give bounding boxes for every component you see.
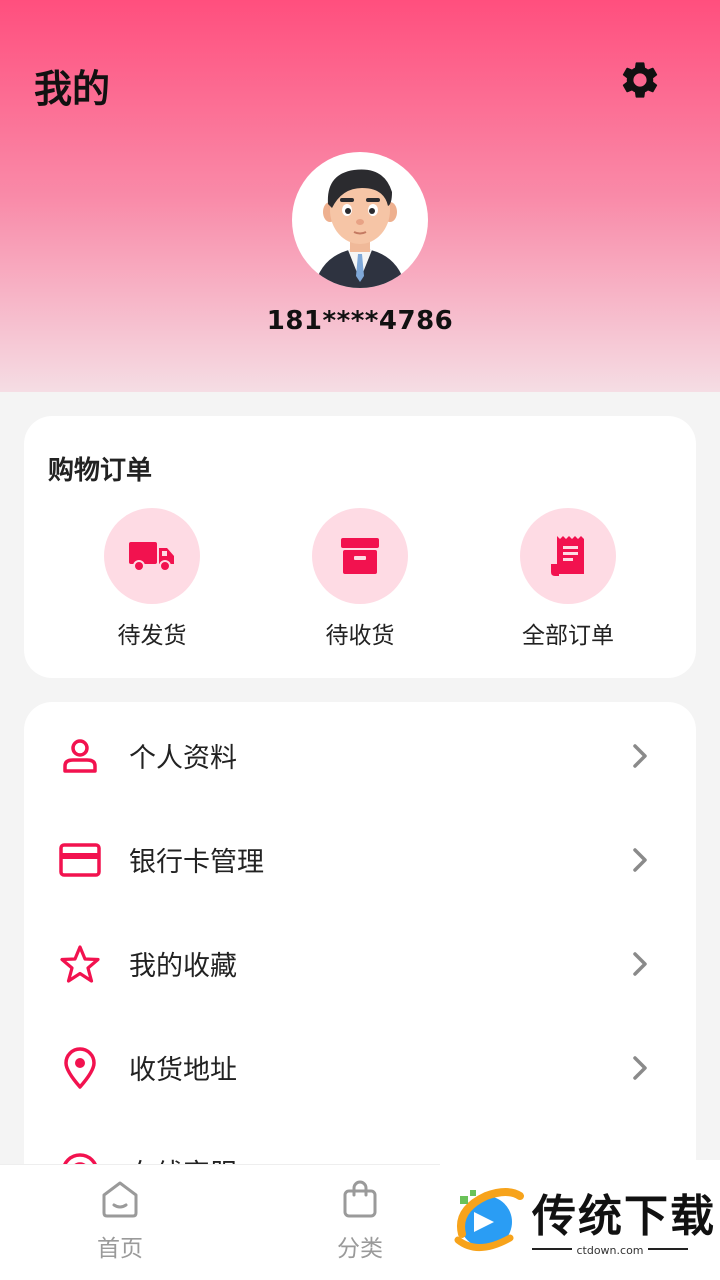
page-title: 我的 bbox=[34, 67, 111, 111]
menu-label: 收货地址 bbox=[129, 1055, 237, 1086]
receipt-icon bbox=[551, 536, 584, 576]
truck-icon bbox=[129, 542, 174, 572]
order-label: 全部订单 bbox=[522, 623, 614, 649]
chevron-right-icon bbox=[633, 952, 647, 976]
tab-label: 首页 bbox=[97, 1236, 143, 1262]
bag-icon bbox=[343, 1180, 377, 1218]
order-icon-bg bbox=[104, 508, 200, 604]
user-avatar-cartoon-man bbox=[314, 169, 406, 288]
menu-item-profile[interactable]: 个人资料 bbox=[24, 702, 696, 806]
watermark-overlay: 传统下载 ctdown.com bbox=[440, 1160, 720, 1280]
order-all[interactable]: 全部订单 bbox=[498, 508, 638, 658]
user-phone: 181****4786 bbox=[266, 306, 454, 336]
tab-label: 分类 bbox=[337, 1236, 383, 1262]
order-label: 待收货 bbox=[325, 623, 395, 649]
menu-item-favorites[interactable]: 我的收藏 bbox=[24, 910, 696, 1014]
avatar[interactable] bbox=[292, 152, 428, 288]
order-pending-shipment[interactable]: 待发货 bbox=[82, 508, 222, 658]
tab-home[interactable]: 首页 bbox=[60, 1179, 180, 1275]
orders-card: 购物订单 待发货 待收货 全部订单 bbox=[24, 416, 696, 678]
chevron-right-icon bbox=[633, 848, 647, 872]
watermark-logo-icon bbox=[454, 1188, 524, 1251]
menu-label: 个人资料 bbox=[129, 743, 237, 774]
menu-icon-wrap bbox=[58, 838, 102, 882]
tab-category[interactable]: 分类 bbox=[300, 1179, 420, 1275]
home-icon bbox=[102, 1181, 138, 1218]
chevron-right-icon bbox=[633, 744, 647, 768]
menu-item-address[interactable]: 收货地址 bbox=[24, 1014, 696, 1118]
profile-header: 我的 181****4786 bbox=[0, 0, 720, 392]
credit-card-icon bbox=[59, 843, 101, 877]
gear-icon bbox=[622, 62, 658, 98]
menu-icon-wrap bbox=[58, 942, 102, 986]
order-icon-bg bbox=[520, 508, 616, 604]
watermark-url: ctdown.com bbox=[572, 1244, 648, 1257]
menu-icon-wrap bbox=[58, 734, 102, 778]
order-pending-receipt[interactable]: 待收货 bbox=[290, 508, 430, 658]
menu-label: 银行卡管理 bbox=[129, 847, 264, 878]
location-pin-icon bbox=[64, 1047, 96, 1089]
menu-icon-wrap bbox=[58, 1046, 102, 1090]
chevron-right-icon bbox=[633, 1056, 647, 1080]
orders-title: 购物订单 bbox=[48, 456, 153, 486]
order-icon-bg bbox=[312, 508, 408, 604]
watermark-subtext: ctdown.com bbox=[532, 1244, 688, 1257]
menu-label: 我的收藏 bbox=[129, 951, 237, 982]
order-label: 待发货 bbox=[117, 623, 187, 649]
star-icon bbox=[60, 945, 100, 983]
archive-box-icon bbox=[341, 538, 379, 574]
user-icon bbox=[63, 739, 97, 773]
menu-item-bank-cards[interactable]: 银行卡管理 bbox=[24, 806, 696, 910]
watermark-text: 传统下载 bbox=[532, 1191, 716, 1242]
settings-button[interactable] bbox=[614, 54, 666, 106]
